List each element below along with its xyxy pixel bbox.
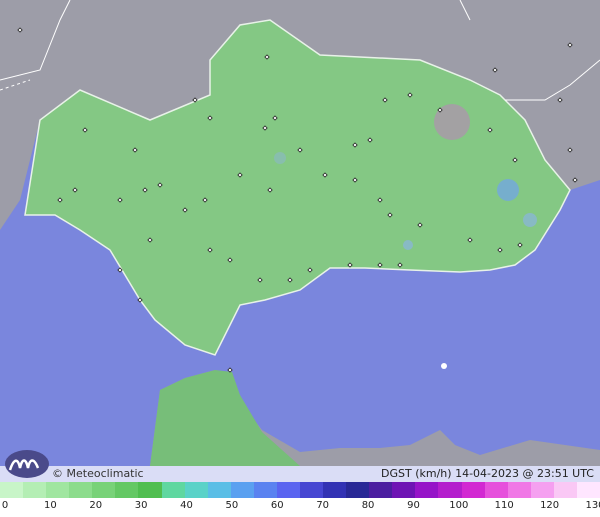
- scale-label: 110: [494, 500, 514, 511]
- copyright-text: © Meteoclimatic: [52, 467, 144, 480]
- scale-label: 0: [1, 500, 9, 511]
- alboran-island: [441, 363, 447, 369]
- scale-swatch: [507, 482, 531, 498]
- scale-swatch: [207, 482, 231, 498]
- scale-swatch: [438, 482, 462, 498]
- scale-swatch: [484, 482, 508, 498]
- scale-label: 60: [270, 500, 284, 511]
- meteoclimatic-logo: [5, 450, 49, 478]
- scale-swatch: [161, 482, 185, 498]
- color-scale-labels: 0 10 20 30 40 50 60 70 80 90 100 110 120 130: [0, 498, 600, 517]
- scale-label: 70: [316, 500, 330, 511]
- scale-swatch: [138, 482, 162, 498]
- scale-swatch: [553, 482, 577, 498]
- gust-patch-blue-2: [523, 213, 537, 227]
- scale-label: 50: [225, 500, 239, 511]
- andalusia-gust-map: [0, 0, 600, 517]
- scale-label: 90: [407, 500, 420, 511]
- scale-label: 130: [585, 500, 600, 511]
- scale-swatch: [0, 482, 24, 498]
- scale-swatch: [253, 482, 277, 498]
- scale-label: 40: [180, 500, 193, 511]
- scale-swatch: [323, 482, 347, 498]
- scale-swatch: [530, 482, 554, 498]
- scale-swatch: [346, 482, 370, 498]
- gust-patch-blue-4: [274, 152, 286, 164]
- scale-label: 20: [89, 500, 103, 511]
- scale-swatch: [576, 482, 600, 498]
- scale-swatch: [115, 482, 139, 498]
- scale-label: 80: [361, 500, 375, 511]
- scale-swatch: [92, 482, 116, 498]
- scale-swatch: [276, 482, 301, 498]
- map-caption: DGST (km/h) 14-04-2023 @ 23:51 UTC: [381, 467, 594, 480]
- scale-swatch: [230, 482, 254, 498]
- gust-patch-blue: [497, 179, 519, 201]
- scale-swatch: [392, 482, 416, 498]
- scale-label: 10: [44, 500, 57, 511]
- scale-swatch: [23, 482, 47, 498]
- scale-swatch: [369, 482, 393, 498]
- scale-swatch: [46, 482, 70, 498]
- scale-label: 100: [449, 500, 469, 511]
- scale-swatch: [69, 482, 93, 498]
- scale-label: 120: [540, 500, 560, 511]
- scale-swatch: [300, 482, 324, 498]
- scale-label: 30: [134, 500, 148, 511]
- color-scale-bar: [0, 482, 600, 498]
- scale-swatch: [184, 482, 208, 498]
- gust-patch-blue-3: [403, 240, 413, 250]
- scale-swatch: [415, 482, 439, 498]
- scale-swatch: [461, 482, 485, 498]
